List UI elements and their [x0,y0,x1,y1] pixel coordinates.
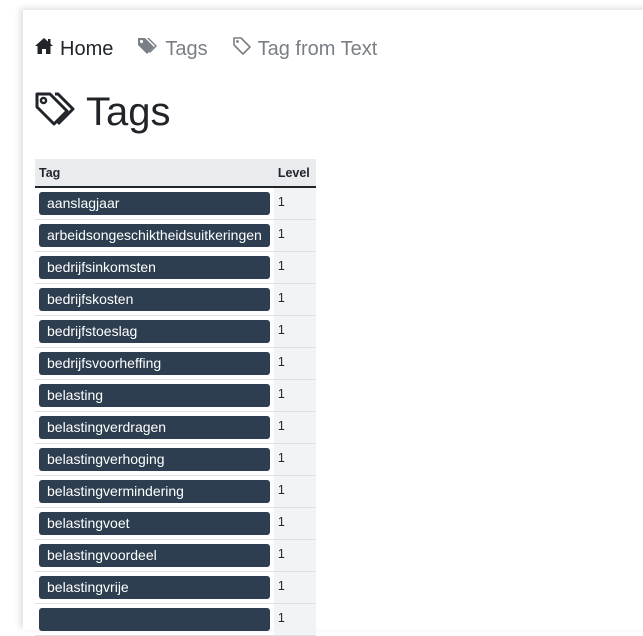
nav-tags-link[interactable]: Tags [137,36,208,62]
level-cell: 1 [273,283,316,316]
table-row: belastingvoordeel 1 [35,539,316,572]
table-row: belastingvermindering 1 [35,475,316,508]
tag-link[interactable]: belastingvermindering [39,480,270,503]
table-row: bedrijfsinkomsten 1 [35,251,316,284]
level-cell: 1 [273,571,316,604]
tags-table: Tag Level aanslagjaar 1 arbeidsongeschik… [35,159,316,636]
tag-link[interactable]: belastingvrije [39,576,270,599]
table-row: bedrijfstoeslag 1 [35,315,316,348]
page-title: Tags [86,90,171,134]
level-cell: 1 [273,347,316,380]
tag-link[interactable] [39,608,270,631]
tag-link[interactable]: bedrijfsvoorheffing [39,352,270,375]
table-row: belastingverdragen 1 [35,411,316,444]
column-header-level: Level [273,159,316,188]
level-cell: 1 [273,251,316,284]
table-header-row: Tag Level [35,159,316,188]
level-cell: 1 [273,475,316,508]
level-cell: 1 [273,315,316,348]
table-row: belastingverhoging 1 [35,443,316,476]
tag-link[interactable]: belastingvoordeel [39,544,270,567]
tag-link[interactable]: bedrijfskosten [39,288,270,311]
level-cell: 1 [273,443,316,476]
tag-link[interactable]: belasting [39,384,270,407]
nav-tag-from-text-link[interactable]: Tag from Text [232,36,378,62]
tag-link[interactable]: belastingverdragen [39,416,270,439]
level-cell: 1 [273,539,316,572]
home-icon [34,37,60,61]
table-row: belastingvrije 1 [35,571,316,604]
column-header-tag: Tag [35,159,274,188]
table-row: arbeidsongeschiktheidsuitkeringen 1 [35,219,316,252]
table-row: belastingvoet 1 [35,507,316,540]
level-cell: 1 [273,187,316,220]
level-cell: 1 [273,379,316,412]
tag-link[interactable]: belastingvoet [39,512,270,535]
tag-link[interactable]: belastingverhoging [39,448,270,471]
nav-home-label: Home [60,37,114,60]
tag-link[interactable]: aanslagjaar [39,192,270,215]
top-nav: Home Tags Tag from Text [34,36,401,62]
tag-outline-icon [232,36,258,62]
level-cell: 1 [273,507,316,540]
table-row: aanslagjaar 1 [35,187,316,220]
table-row: 1 [35,603,316,636]
tags-icon [137,36,165,62]
table-row: belasting 1 [35,379,316,412]
level-cell: 1 [273,219,316,252]
tag-link[interactable]: bedrijfstoeslag [39,320,270,343]
tag-link[interactable]: arbeidsongeschiktheidsuitkeringen [39,224,270,247]
table-row: bedrijfskosten 1 [35,283,316,316]
tags-outline-icon [34,91,76,134]
nav-tag-from-text-label: Tag from Text [257,37,378,60]
level-cell: 1 [273,411,316,444]
level-cell: 1 [273,603,316,636]
table-row: bedrijfsvoorheffing 1 [35,347,316,380]
nav-home-link[interactable]: Home [34,37,113,61]
tag-link[interactable]: bedrijfsinkomsten [39,256,270,279]
nav-tags-label: Tags [165,37,208,60]
page-heading: Tags [34,90,171,134]
